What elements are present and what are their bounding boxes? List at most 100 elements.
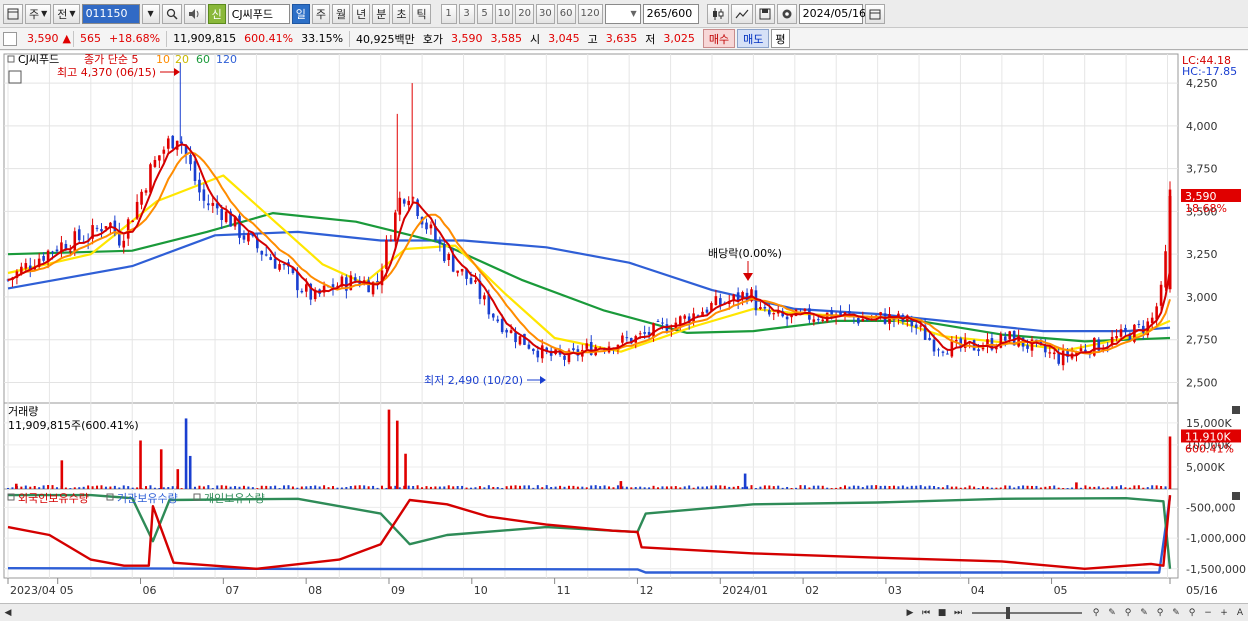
search-icon[interactable]: ⚲ <box>1185 606 1199 620</box>
calendar-button[interactable] <box>864 3 885 24</box>
zoom-slider-thumb[interactable] <box>1006 606 1010 619</box>
x-tick-label: 03 <box>888 584 902 597</box>
scroll-right-icon[interactable]: ▶ <box>903 606 917 620</box>
tool-icon-2[interactable]: ✎ <box>1105 606 1119 620</box>
volume-bar <box>398 487 401 489</box>
x-tick-label: 11 <box>557 584 571 597</box>
volume-title: 거래량 <box>8 405 38 418</box>
tab-minute[interactable]: 분 <box>372 3 391 24</box>
volume-bar <box>136 487 139 489</box>
stock-code-input[interactable]: 011150 <box>81 3 140 24</box>
minute-option-20[interactable]: 20 <box>515 3 535 24</box>
stock-name-field[interactable]: CJ씨푸드 <box>227 3 290 24</box>
minute-option-10[interactable]: 10 <box>494 3 514 24</box>
low-price: 3,025 <box>663 32 695 45</box>
save-button[interactable] <box>754 3 775 24</box>
volume-bar <box>910 485 913 489</box>
candle-body <box>42 255 45 261</box>
volume-bar <box>630 487 633 489</box>
trade-amount: 40,925백만 <box>356 32 415 46</box>
candle-body <box>1048 352 1052 354</box>
minute-option-120[interactable]: 120 <box>577 3 603 24</box>
minute-option-60[interactable]: 60 <box>556 3 576 24</box>
tab-tick[interactable]: 틱 <box>412 3 431 24</box>
zoom-out-icon[interactable]: − <box>1201 606 1215 620</box>
tool-icon-4[interactable]: ✎ <box>1137 606 1151 620</box>
view-count-field[interactable]: 265/600 <box>642 3 699 24</box>
volume-bar <box>180 488 183 489</box>
volume-bar <box>1030 485 1033 489</box>
settings-button[interactable] <box>776 3 797 24</box>
tool-icon-6[interactable]: ✎ <box>1169 606 1183 620</box>
candle-body <box>1079 348 1083 351</box>
volume-bar <box>407 485 410 489</box>
volume-bar <box>683 486 686 489</box>
volume-bar <box>701 486 704 489</box>
window-layout-button[interactable] <box>3 3 23 24</box>
chart-scrollbar[interactable]: ◀ ▶ ⏮ ■ ⏭ ⚲ ✎ ⚲ ✎ ⚲ ✎ ⚲ − + A <box>0 603 1248 621</box>
tab-monthly[interactable]: 월 <box>331 3 351 24</box>
last-page-icon[interactable]: ⏭ <box>951 606 965 620</box>
chart-area[interactable]: 2,500 2,750 3,000 3,250 3,500 3,750 4,000 4,250… <box>0 51 1248 603</box>
search-button[interactable] <box>161 3 182 24</box>
volume-bar <box>1062 488 1065 489</box>
minute-option-3[interactable]: 3 <box>458 3 475 24</box>
code-dropdown-button[interactable]: ▼ <box>141 3 160 24</box>
tool-icon-5[interactable]: ⚲ <box>1153 606 1167 620</box>
compare-select[interactable]: 전 ▼ <box>53 3 80 24</box>
volume-spike-bar <box>176 469 180 489</box>
candle-body <box>273 258 277 269</box>
interval-input[interactable]: ▼ <box>604 3 641 24</box>
candle-body <box>438 240 442 245</box>
tab-weekly[interactable]: 주 <box>311 3 330 24</box>
tool-icon-3[interactable]: ⚲ <box>1121 606 1135 620</box>
candle-body <box>1061 350 1065 366</box>
tab-second[interactable]: 초 <box>392 3 411 24</box>
candle-body <box>759 307 762 309</box>
x-tick-label: 08 <box>308 584 322 597</box>
tab-yearly[interactable]: 년 <box>352 3 371 24</box>
date-field[interactable]: 2024/05/16 <box>798 3 866 24</box>
volume-bar <box>1088 486 1091 489</box>
volume-bar <box>550 486 553 489</box>
tool-icon-1[interactable]: ⚲ <box>1089 606 1103 620</box>
volume-bar <box>1124 487 1127 489</box>
first-page-icon[interactable]: ⏮ <box>919 606 933 620</box>
scroll-left-icon[interactable]: ◀ <box>1 606 15 620</box>
stock-chart[interactable]: 2,5002,7503,0003,2503,5003,7504,0004,250… <box>0 51 1248 603</box>
minute-option-30[interactable]: 30 <box>536 3 555 24</box>
volume-bar <box>305 486 308 489</box>
change-value: 565 <box>79 32 101 45</box>
buy-button[interactable]: 매수 <box>702 29 736 48</box>
font-size-icon[interactable]: A <box>1233 606 1247 620</box>
volume-bar <box>559 485 562 489</box>
period-type-select[interactable]: 주 ▼ <box>25 3 52 24</box>
volume-bar <box>55 487 58 489</box>
candle-body <box>224 211 228 223</box>
candle-body <box>171 135 175 149</box>
volume-bar <box>848 486 851 489</box>
volume-bar <box>830 488 833 489</box>
stop-icon[interactable]: ■ <box>935 606 949 620</box>
minute-option-5[interactable]: 5 <box>476 3 493 24</box>
candle-type-button[interactable] <box>706 3 729 24</box>
minute-option-1[interactable]: 1 <box>440 3 457 24</box>
sell-button[interactable]: 매도 <box>737 29 770 48</box>
draw-tool-button[interactable] <box>730 3 753 24</box>
candle-body <box>456 270 459 273</box>
candle-body <box>469 277 473 284</box>
zoom-in-icon[interactable]: + <box>1217 606 1231 620</box>
tab-daily[interactable]: 일 <box>291 3 310 24</box>
volume-bar <box>567 485 570 489</box>
volume-bar <box>1044 486 1047 489</box>
candle-body <box>919 325 922 327</box>
zoom-slider[interactable] <box>972 606 1082 619</box>
volume-bar <box>470 487 473 489</box>
speaker-button[interactable] <box>183 3 206 24</box>
candle-body <box>1008 331 1012 340</box>
volume-bar <box>318 486 321 489</box>
volume-bar <box>812 485 815 489</box>
volume-bar <box>363 485 366 489</box>
average-button[interactable]: 평 <box>771 29 790 48</box>
volume-bar <box>786 486 789 489</box>
